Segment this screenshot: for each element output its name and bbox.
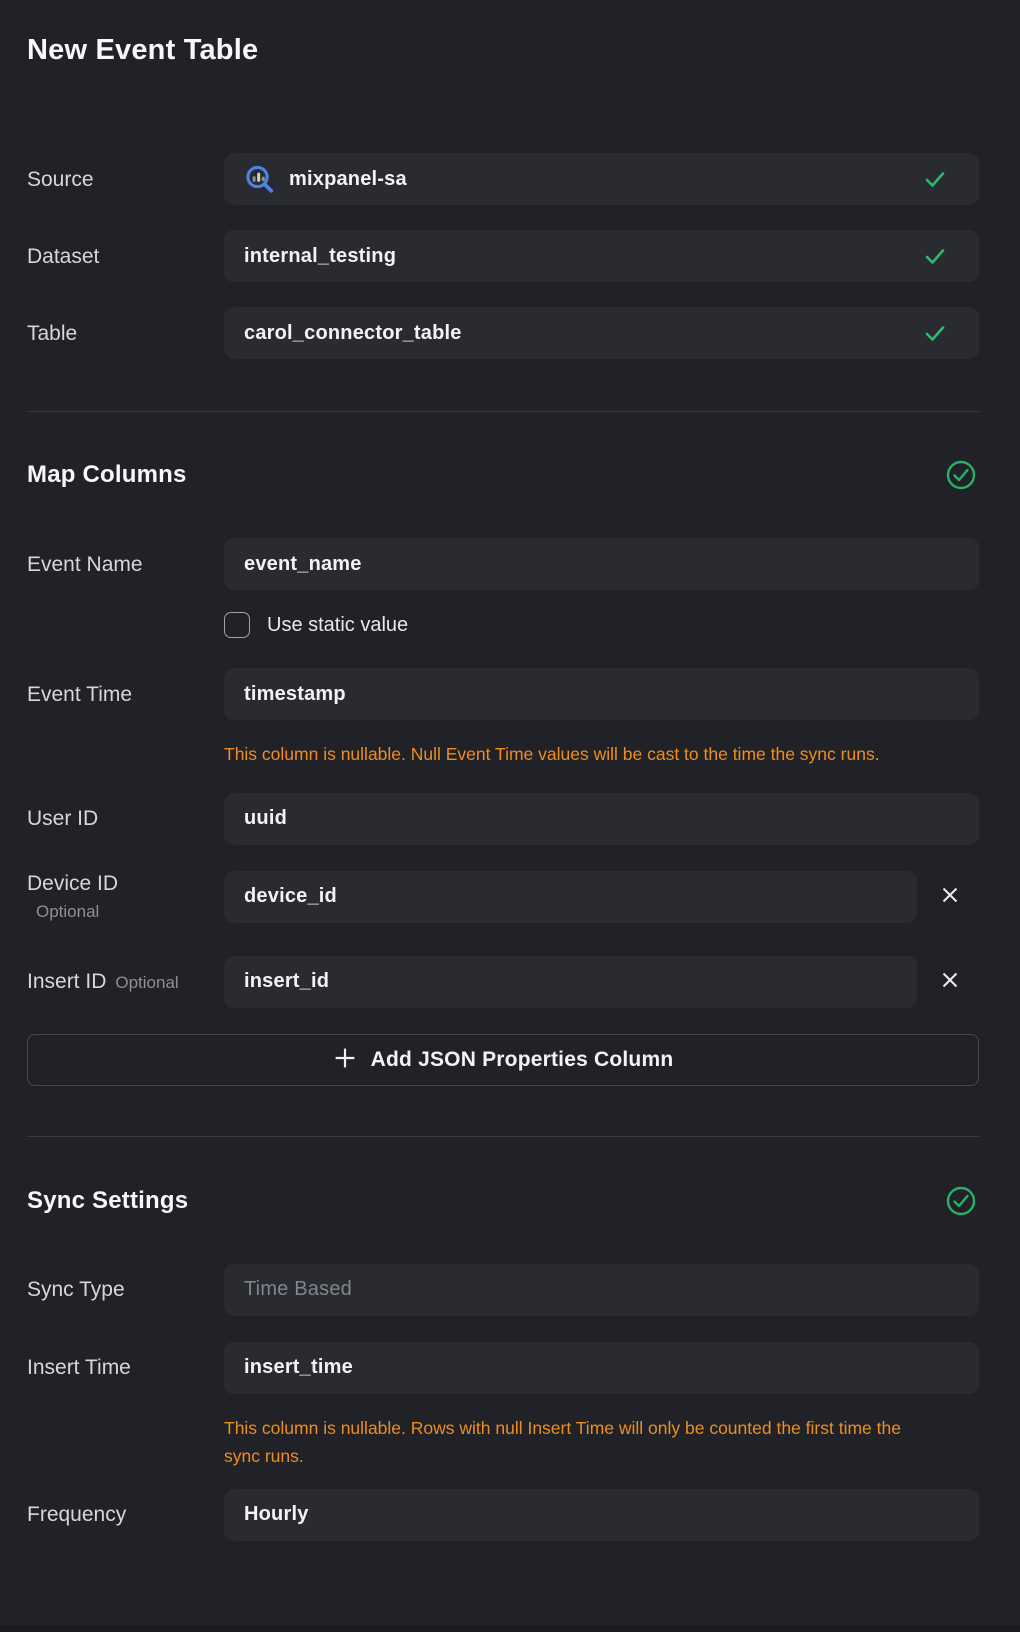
insert-id-select[interactable]: insert_id [224,956,917,1008]
section-divider [27,1136,979,1137]
add-json-properties-label: Add JSON Properties Column [371,1048,674,1072]
frequency-label: Frequency [27,1489,224,1541]
insert-id-clear-button[interactable] [927,956,973,1008]
event-time-row: Event Time timestamp This column is null… [27,668,979,769]
insert-id-optional-label: Optional [115,970,178,995]
device-id-clear-button[interactable] [927,871,973,923]
section-divider [27,411,979,412]
insert-time-label: Insert Time [27,1342,224,1394]
insert-id-label: Insert ID [27,969,106,994]
check-icon [923,321,947,345]
device-id-label: Device ID [27,871,224,896]
source-select[interactable]: mixpanel-sa [224,153,979,205]
frequency-value: Hourly [244,1503,309,1526]
device-id-row: Device ID Optional device_id [27,871,979,924]
table-value: carol_connector_table [244,322,462,345]
x-icon [937,882,963,911]
sync-type-row: Sync Type Time Based [27,1264,979,1316]
sync-settings-heading: Sync Settings [27,1186,188,1216]
use-static-value-checkbox[interactable] [224,612,250,638]
device-id-label-block: Device ID Optional [27,871,224,924]
mixpanel-search-icon [244,164,275,195]
device-id-value: device_id [244,885,337,908]
source-row: Source mixpanel-sa [27,153,979,205]
sync-settings-header: Sync Settings [27,1186,979,1216]
device-id-optional-label: Optional [27,899,224,924]
insert-time-row: Insert Time insert_time This column is n… [27,1342,979,1471]
user-id-select[interactable]: uuid [224,793,979,845]
insert-time-value: insert_time [244,1356,353,1379]
table-select[interactable]: carol_connector_table [224,307,979,359]
check-icon [923,244,947,268]
event-name-row: Event Name event_name [27,538,979,590]
table-label: Table [27,307,224,359]
dataset-label: Dataset [27,230,224,282]
insert-time-warning: This column is nullable. Rows with null … [224,1414,921,1471]
sync-type-select-disabled: Time Based [224,1264,979,1316]
user-id-label: User ID [27,793,224,845]
event-name-label: Event Name [27,538,224,590]
event-name-select[interactable]: event_name [224,538,979,590]
panel-bottom-edge [0,1625,1020,1632]
plus-icon [333,1046,357,1073]
frequency-select[interactable]: Hourly [224,1489,979,1541]
insert-id-value: insert_id [244,970,329,993]
event-time-select[interactable]: timestamp [224,668,979,720]
device-id-select[interactable]: device_id [224,871,917,923]
source-value: mixpanel-sa [289,168,407,191]
sync-type-label: Sync Type [27,1264,224,1316]
page-title: New Event Table [27,33,979,67]
event-time-label: Event Time [27,668,224,720]
insert-id-row: Insert ID Optional insert_id [27,956,979,1008]
use-static-value-label: Use static value [267,614,408,637]
circle-check-icon [946,460,976,490]
circle-check-icon [946,1186,976,1216]
dataset-select[interactable]: internal_testing [224,230,979,282]
table-row: Table carol_connector_table [27,307,979,359]
map-columns-header: Map Columns [27,460,979,490]
dataset-row: Dataset internal_testing [27,230,979,282]
insert-id-label-block: Insert ID Optional [27,956,224,1008]
event-name-value: event_name [244,553,362,576]
new-event-table-panel: New Event Table Source mixpanel-sa [0,0,1020,1632]
frequency-row: Frequency Hourly [27,1489,979,1541]
x-icon [937,967,963,996]
event-time-value: timestamp [244,683,346,706]
use-static-value-row: Use static value [224,612,979,638]
sync-type-value: Time Based [244,1278,352,1301]
source-label: Source [27,153,224,205]
insert-time-select[interactable]: insert_time [224,1342,979,1394]
map-columns-heading: Map Columns [27,460,187,490]
event-time-warning: This column is nullable. Null Event Time… [224,740,921,769]
user-id-value: uuid [244,807,287,830]
user-id-row: User ID uuid [27,793,979,845]
dataset-value: internal_testing [244,245,396,268]
check-icon [923,167,947,191]
add-json-properties-button[interactable]: Add JSON Properties Column [27,1034,979,1086]
